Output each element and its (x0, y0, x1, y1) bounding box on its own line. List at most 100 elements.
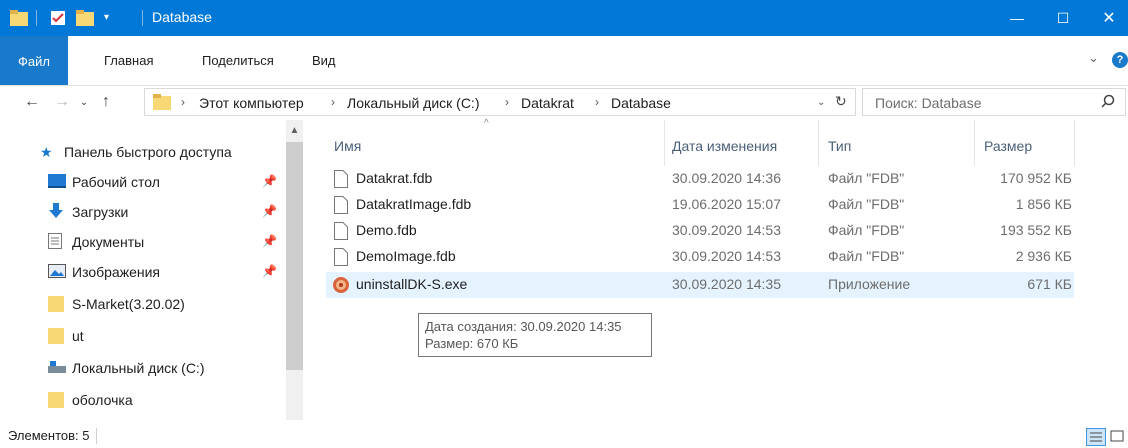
sidebar-item-downloads[interactable]: Загрузки (48, 198, 128, 226)
breadcrumb-chevron-icon[interactable]: › (181, 95, 185, 109)
file-type: Файл "FDB" (828, 222, 905, 238)
new-folder-icon[interactable] (76, 10, 94, 29)
file-row-selected[interactable]: uninstallDK-S.exe 30.09.2020 14:35 Прило… (326, 272, 1074, 298)
drive-icon (48, 360, 72, 376)
sidebar-item-obolochka[interactable]: оболочка (48, 386, 133, 414)
file-name: Datakrat.fdb (356, 170, 433, 186)
item-count: Элементов: 5 (8, 428, 90, 443)
address-row: ← → ⌄ ↑ › Этот компьютер › Локальный дис… (0, 86, 1128, 118)
scroll-up-arrow-icon[interactable]: ▲ (286, 120, 303, 140)
expand-ribbon-icon[interactable]: ⌄ (1088, 50, 1099, 66)
tab-share[interactable]: Поделиться (202, 53, 274, 68)
uninstaller-icon (332, 276, 350, 297)
column-divider[interactable] (974, 120, 975, 166)
column-header-type[interactable]: Тип (828, 126, 851, 166)
tooltip-created: Дата создания: 30.09.2020 14:35 (425, 319, 622, 334)
large-icons-view-icon[interactable] (1108, 428, 1128, 446)
properties-icon[interactable] (50, 10, 66, 29)
documents-icon (48, 232, 72, 252)
breadcrumb-chevron-icon[interactable]: › (331, 95, 335, 109)
sidebar-item-local-disk[interactable]: Локальный диск (C:) (48, 354, 205, 382)
sidebar-item-ut[interactable]: ut (48, 322, 84, 350)
address-dropdown-icon[interactable]: ⌄ (817, 97, 825, 108)
pin-icon[interactable]: 📌 (262, 264, 277, 278)
window-title: Database (152, 9, 212, 25)
sidebar-scrollbar-thumb[interactable] (286, 142, 303, 370)
folder-icon (48, 294, 72, 315)
file-type: Файл "FDB" (828, 248, 905, 264)
column-header-size[interactable]: Размер (984, 126, 1032, 166)
back-arrow-icon[interactable]: ← (22, 92, 42, 112)
desktop-icon (48, 173, 72, 191)
download-icon (48, 202, 72, 222)
breadcrumb-chevron-icon[interactable]: › (505, 95, 509, 109)
sidebar-item-desktop[interactable]: Рабочий стол (48, 168, 160, 196)
breadcrumb-database[interactable]: Database (611, 95, 671, 111)
sidebar-item-s-market[interactable]: S-Market(3.20.02) (48, 290, 185, 318)
file-row[interactable]: DemoImage.fdb 30.09.2020 14:53 Файл "FDB… (326, 244, 1074, 270)
ribbon: Файл Главная Поделиться Вид ⌄ ? (0, 36, 1128, 86)
sidebar-item-quick-access[interactable]: ★ Панель быстрого доступа (40, 138, 232, 166)
folder-icon (48, 326, 72, 347)
forward-arrow-icon[interactable]: → (52, 92, 72, 112)
navigation-pane: ★ Панель быстрого доступа Рабочий стол 📌… (0, 118, 304, 420)
separator (36, 10, 37, 26)
search-input[interactable]: Поиск: Database (875, 95, 982, 111)
pin-icon[interactable]: 📌 (262, 234, 277, 248)
file-date: 19.06.2020 15:07 (672, 196, 781, 212)
file-icon (334, 196, 348, 217)
file-date: 30.09.2020 14:35 (672, 276, 781, 292)
file-date: 30.09.2020 14:53 (672, 248, 781, 264)
file-type: Приложение (828, 276, 911, 292)
column-header-date[interactable]: Дата изменения (672, 126, 777, 166)
file-row[interactable]: Datakrat.fdb 30.09.2020 14:36 Файл "FDB"… (326, 166, 1074, 192)
file-type: Файл "FDB" (828, 196, 905, 212)
tab-home[interactable]: Главная (104, 53, 153, 68)
tab-view[interactable]: Вид (312, 53, 336, 68)
file-tooltip: Дата создания: 30.09.2020 14:35 Размер: … (418, 313, 652, 357)
sort-ascending-icon: ^ (484, 118, 489, 129)
breadcrumb-this-pc[interactable]: Этот компьютер (199, 95, 304, 111)
file-name: DemoImage.fdb (356, 248, 456, 264)
breadcrumb-datakrat[interactable]: Datakrat (521, 95, 574, 111)
pictures-icon (48, 263, 72, 281)
folder-icon[interactable] (10, 10, 28, 29)
pin-icon[interactable]: 📌 (262, 174, 277, 188)
sidebar-item-pictures[interactable]: Изображения (48, 258, 160, 286)
file-type: Файл "FDB" (828, 170, 905, 186)
refresh-icon[interactable]: ↻ (835, 93, 847, 110)
folder-icon (48, 390, 72, 411)
file-size: 671 КБ (1027, 276, 1072, 292)
column-divider[interactable] (664, 120, 665, 166)
file-size: 1 856 КБ (1015, 196, 1072, 212)
help-icon[interactable]: ? (1112, 52, 1128, 68)
column-header-name[interactable]: Имя (334, 126, 361, 166)
minimize-button[interactable]: — (994, 0, 1040, 36)
recent-locations-icon[interactable]: ⌄ (74, 92, 94, 112)
up-arrow-icon[interactable]: ↑ (96, 92, 116, 112)
details-view-icon[interactable] (1086, 428, 1106, 446)
tab-file[interactable]: Файл (0, 36, 68, 86)
status-bar: Элементов: 5 (0, 420, 1128, 448)
pin-icon[interactable]: 📌 (262, 204, 277, 218)
tooltip-size: Размер: 670 КБ (425, 336, 519, 351)
address-bar[interactable]: › Этот компьютер › Локальный диск (C:) ›… (144, 88, 856, 116)
maximize-button[interactable]: ☐ (1040, 0, 1086, 36)
file-row[interactable]: Demo.fdb 30.09.2020 14:53 Файл "FDB" 193… (326, 218, 1074, 244)
file-icon (334, 170, 348, 191)
separator (96, 428, 97, 444)
breadcrumb-local-disk[interactable]: Локальный диск (C:) (347, 95, 480, 111)
breadcrumb-chevron-icon[interactable]: › (595, 95, 599, 109)
file-row[interactable]: DatakratImage.fdb 19.06.2020 15:07 Файл … (326, 192, 1074, 218)
file-icon (334, 222, 348, 243)
search-box[interactable]: Поиск: Database (862, 88, 1126, 116)
customize-toolbar-icon[interactable]: ▾ (104, 12, 109, 23)
column-divider[interactable] (818, 120, 819, 166)
file-icon (334, 248, 348, 269)
sidebar-item-documents[interactable]: Документы (48, 228, 144, 256)
close-button[interactable]: ✕ (1086, 0, 1128, 36)
star-icon: ★ (40, 143, 53, 160)
search-icon[interactable] (1101, 94, 1115, 111)
title-bar: ▾ Database — ☐ ✕ (0, 0, 1128, 36)
column-divider[interactable] (1074, 120, 1075, 166)
